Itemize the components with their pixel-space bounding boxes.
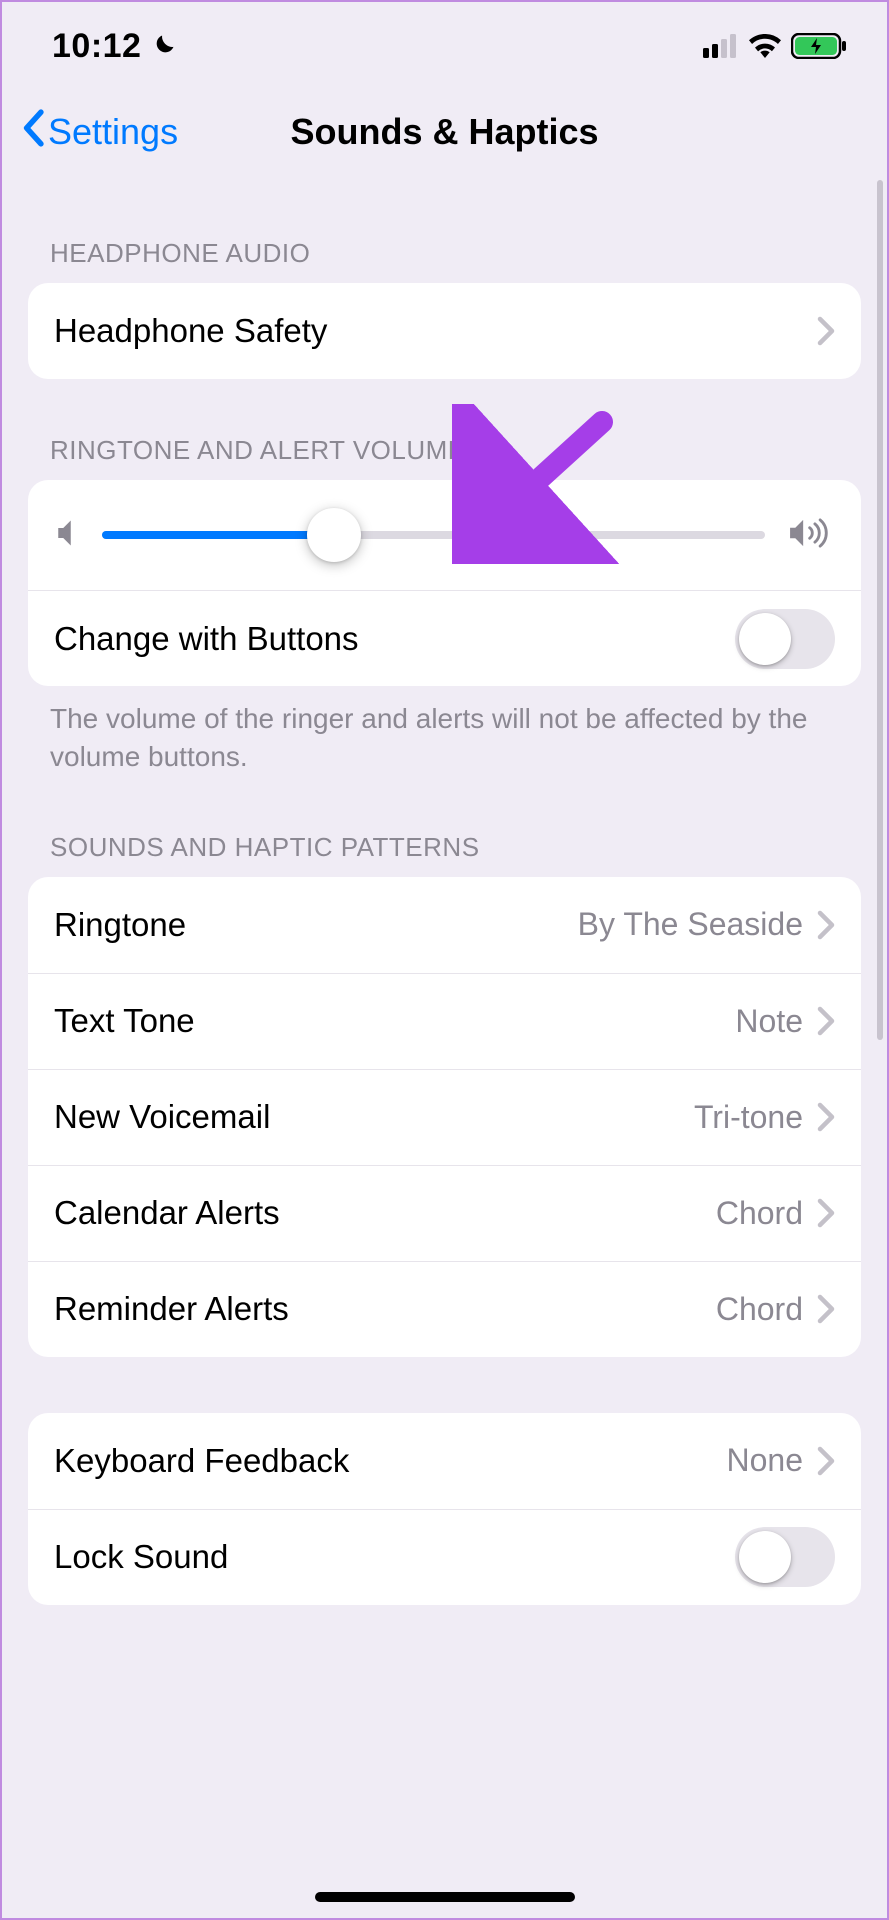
back-button[interactable]: Settings: [20, 109, 178, 156]
status-bar: 10:12: [2, 2, 887, 72]
back-label: Settings: [48, 111, 178, 153]
row-sound-pattern[interactable]: New Voicemail Tri-tone: [28, 1069, 861, 1165]
section-header: HEADPHONE AUDIO: [28, 238, 861, 283]
row-label: Text Tone: [54, 1002, 195, 1040]
section-headphone-audio: HEADPHONE AUDIO Headphone Safety: [28, 238, 861, 379]
row-label: Keyboard Feedback: [54, 1442, 349, 1480]
chevron-right-icon: [817, 1102, 835, 1132]
row-label: Ringtone: [54, 906, 186, 944]
toggle-knob: [739, 613, 791, 665]
row-label: New Voicemail: [54, 1098, 270, 1136]
row-lock-sound[interactable]: Lock Sound: [28, 1509, 861, 1605]
chevron-left-icon: [20, 109, 46, 156]
home-indicator[interactable]: [315, 1892, 575, 1902]
row-value: Note: [735, 1003, 803, 1040]
chevron-right-icon: [817, 316, 835, 346]
status-left: 10:12: [52, 27, 177, 66]
section-sound-patterns: SOUNDS AND HAPTIC PATTERNS Ringtone By Th…: [28, 832, 861, 1357]
row-headphone-safety[interactable]: Headphone Safety: [28, 283, 861, 379]
status-right: [703, 33, 847, 59]
toggle-knob: [739, 1531, 791, 1583]
row-sound-pattern[interactable]: Calendar Alerts Chord: [28, 1165, 861, 1261]
row-value: Chord: [716, 1291, 803, 1328]
battery-charging-icon: [791, 33, 847, 59]
row-keyboard-feedback[interactable]: Keyboard Feedback None: [28, 1413, 861, 1509]
row-label: Reminder Alerts: [54, 1290, 289, 1328]
volume-slider[interactable]: [102, 531, 765, 539]
row-value: None: [727, 1442, 804, 1479]
chevron-right-icon: [817, 1198, 835, 1228]
chevron-right-icon: [817, 910, 835, 940]
scrollbar[interactable]: [877, 180, 883, 1040]
speaker-min-icon: [54, 518, 80, 553]
chevron-right-icon: [817, 1294, 835, 1324]
row-label: Lock Sound: [54, 1538, 228, 1576]
row-label: Calendar Alerts: [54, 1194, 280, 1232]
status-time: 10:12: [52, 27, 141, 66]
toggle-lock-sound[interactable]: [735, 1527, 835, 1587]
volume-slider-row: [28, 480, 861, 590]
row-value: By The Seaside: [578, 906, 803, 943]
cellular-signal-icon: [703, 34, 739, 58]
nav-header: Settings Sounds & Haptics: [2, 72, 887, 182]
section-system-sounds: Keyboard Feedback None Lock Sound: [28, 1413, 861, 1605]
toggle-change-with-buttons[interactable]: [735, 609, 835, 669]
slider-thumb[interactable]: [307, 508, 361, 562]
row-sound-pattern[interactable]: Reminder Alerts Chord: [28, 1261, 861, 1357]
wifi-icon: [749, 34, 781, 58]
row-label: Change with Buttons: [54, 620, 359, 658]
row-value: Tri-tone: [694, 1099, 803, 1136]
page-title: Sounds & Haptics: [290, 111, 598, 153]
section-header: SOUNDS AND HAPTIC PATTERNS: [28, 832, 861, 877]
do-not-disturb-icon: [149, 32, 177, 60]
row-value: Chord: [716, 1195, 803, 1232]
row-change-with-buttons[interactable]: Change with Buttons: [28, 590, 861, 686]
chevron-right-icon: [817, 1446, 835, 1476]
chevron-right-icon: [817, 1006, 835, 1036]
row-sound-pattern[interactable]: Text Tone Note: [28, 973, 861, 1069]
row-sound-pattern[interactable]: Ringtone By The Seaside: [28, 877, 861, 973]
section-ringtone-volume: RINGTONE AND ALERT VOLUME: [28, 435, 861, 776]
row-label: Headphone Safety: [54, 312, 327, 350]
section-footer: The volume of the ringer and alerts will…: [28, 686, 861, 776]
section-header: RINGTONE AND ALERT VOLUME: [28, 435, 861, 480]
speaker-max-icon: [787, 516, 835, 555]
